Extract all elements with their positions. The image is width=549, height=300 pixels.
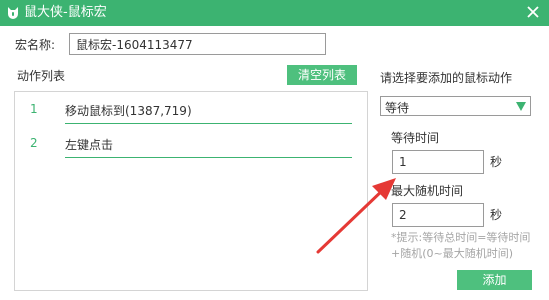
window-title: 鼠大侠-鼠标宏: [24, 5, 107, 20]
list-item-number: 2: [30, 136, 38, 150]
action-list-label: 动作列表: [17, 69, 66, 83]
list-item[interactable]: 1 移动鼠标到(1387,719): [15, 94, 367, 124]
list-item-text: 移动鼠标到(1387,719): [65, 104, 192, 118]
hint-line-1: *提示:等待总时间=等待时间: [391, 231, 531, 244]
action-type-select[interactable]: 等待: [380, 96, 531, 116]
action-type-value: 等待: [385, 101, 410, 115]
macro-name-label: 宏名称:: [15, 38, 56, 52]
list-item[interactable]: 2 左键点击: [15, 128, 367, 158]
list-item-number: 1: [30, 102, 38, 116]
list-item-underline: [65, 123, 352, 124]
app-logo-icon: [8, 7, 18, 19]
hint-text: *提示:等待总时间=等待时间 +随机(0~最大随机时间): [391, 230, 541, 262]
hint-line-2: +随机(0~最大随机时间): [391, 247, 514, 260]
caret-down-icon: [516, 102, 526, 111]
random-time-input[interactable]: [392, 203, 484, 227]
choose-action-label: 请选择要添加的鼠标动作: [380, 71, 513, 85]
title-bar: 鼠大侠-鼠标宏: [0, 0, 549, 26]
wait-time-input[interactable]: [392, 150, 484, 174]
list-item-underline: [65, 157, 352, 158]
action-list: 1 移动鼠标到(1387,719) 2 左键点击: [14, 91, 368, 291]
list-item-text: 左键点击: [65, 138, 114, 152]
random-time-label: 最大随机时间: [391, 184, 464, 198]
wait-time-unit: 秒: [490, 155, 503, 169]
add-button[interactable]: 添加: [457, 270, 532, 290]
clear-list-button[interactable]: 清空列表: [287, 65, 357, 85]
macro-name-input[interactable]: [69, 33, 326, 55]
close-icon[interactable]: [525, 4, 541, 20]
random-time-unit: 秒: [490, 208, 503, 222]
wait-time-label: 等待时间: [391, 131, 440, 145]
